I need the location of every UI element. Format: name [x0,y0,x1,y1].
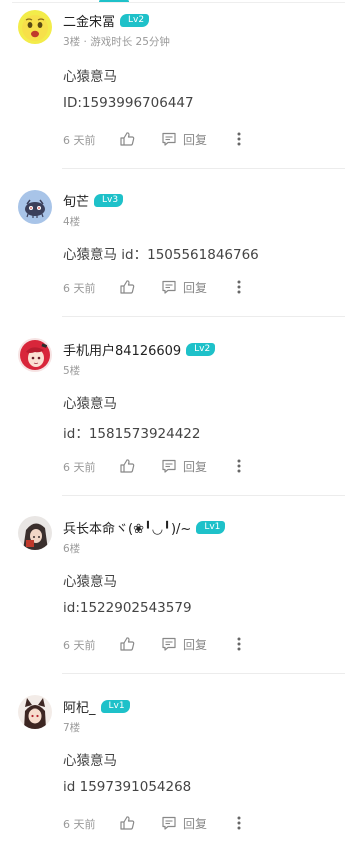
more-vertical-icon [237,280,241,294]
more-vertical-icon [237,132,241,146]
thumbs-up-icon [120,280,135,294]
comment-bubble-icon [162,459,176,473]
level-badge: Lv2 [186,342,216,356]
comment-text-line: 心猿意马 [63,396,117,412]
timestamp: 6 天前 [63,134,96,147]
comment-actions: 6 天前 回复 [63,814,333,832]
user-avatar[interactable] [18,338,52,372]
more-options-button[interactable] [233,278,245,296]
floor-meta: 7楼 [63,722,81,734]
reply-label: 回复 [183,132,208,147]
reply-label: 回复 [183,637,208,652]
more-vertical-icon [237,637,241,651]
more-options-button[interactable] [233,814,245,832]
comment-actions: 6 天前 回复 [63,457,333,475]
creature-avatar-icon [18,190,52,224]
username[interactable]: 阿杞_ [63,697,96,716]
fox-girl-avatar-icon [18,695,52,729]
username[interactable]: 旬芒 [63,191,89,210]
reply-button[interactable]: 回复 [161,130,207,148]
comment-actions: 6 天前 回复 [63,130,333,148]
like-button[interactable] [118,278,136,296]
user-avatar[interactable] [18,190,52,224]
user-avatar[interactable] [18,10,52,44]
comment-text-line: 心猿意马 [63,69,117,85]
reply-button[interactable]: 回复 [161,814,207,832]
floor-meta: 3楼 · 游戏时长 25分钟 [63,36,170,48]
reply-label: 回复 [183,459,208,474]
user-avatar[interactable] [18,516,52,550]
comment-text-line: id 1597391054268 [63,779,192,795]
comment-bubble-icon [162,280,176,294]
reply-label: 回复 [183,280,208,295]
timestamp: 6 天前 [63,282,96,295]
level-badge: Lv3 [94,193,124,207]
author-row: 兵长本命ヾ(❀╹◡╹)/~ Lv1 [63,518,226,537]
reply-button[interactable]: 回复 [161,457,207,475]
timestamp: 6 天前 [63,461,96,474]
floor-meta: 4楼 [63,216,81,228]
reply-button[interactable]: 回复 [161,278,207,296]
like-button[interactable] [118,635,136,653]
like-button[interactable] [118,457,136,475]
thumbs-up-icon [120,637,135,651]
username[interactable]: 手机用户84126609 [63,340,181,359]
timestamp: 6 天前 [63,818,96,831]
floor-meta: 5楼 [63,365,81,377]
comment-text-line: ID:1593996706447 [63,95,194,111]
comment-bubble-icon [162,637,176,651]
like-button[interactable] [118,130,136,148]
thumbs-up-icon [120,816,135,830]
timestamp: 6 天前 [63,639,96,652]
more-vertical-icon [237,459,241,473]
comment-bubble-icon [162,132,176,146]
floor-meta: 6楼 [63,543,81,555]
comment-divider [62,316,345,317]
top-divider [12,2,345,3]
like-button[interactable] [118,814,136,832]
more-options-button[interactable] [233,635,245,653]
hooded-figure-avatar-icon [18,516,52,550]
level-badge: Lv1 [196,520,226,534]
reply-label: 回复 [183,816,208,831]
comment-text-line: 心猿意马 id：1505561846766 [63,247,259,263]
more-options-button[interactable] [233,457,245,475]
reply-button[interactable]: 回复 [161,635,207,653]
thumbs-up-icon [120,132,135,146]
comment-actions: 6 天前 回复 [63,635,333,653]
level-badge: Lv2 [120,13,150,27]
comment-divider [62,673,345,674]
comment-actions: 6 天前 回复 [63,278,333,296]
comment-divider [62,495,345,496]
more-vertical-icon [237,816,241,830]
author-row: 阿杞_ Lv1 [63,697,130,716]
author-row: 二金宋冨 Lv2 [63,11,150,30]
more-options-button[interactable] [233,130,245,148]
comment-bubble-icon [162,816,176,830]
username[interactable]: 二金宋冨 [63,11,115,30]
user-avatar[interactable] [18,695,52,729]
level-badge: Lv1 [100,699,130,713]
comment-divider [62,168,345,169]
comment-text-line: 心猿意马 [63,753,117,769]
author-row: 手机用户84126609 Lv2 [63,340,216,359]
red-hair-anime-avatar-icon [18,338,52,372]
author-row: 旬芒 Lv3 [63,191,124,210]
username[interactable]: 兵长本命ヾ(❀╹◡╹)/~ [63,518,191,537]
comment-text-line: id:1522902543579 [63,600,192,616]
thumbs-up-icon [120,459,135,473]
comment-text-line: id：1581573924422 [63,426,201,442]
emoji-face-avatar-icon [18,10,52,44]
comment-text-line: 心猿意马 [63,574,117,590]
